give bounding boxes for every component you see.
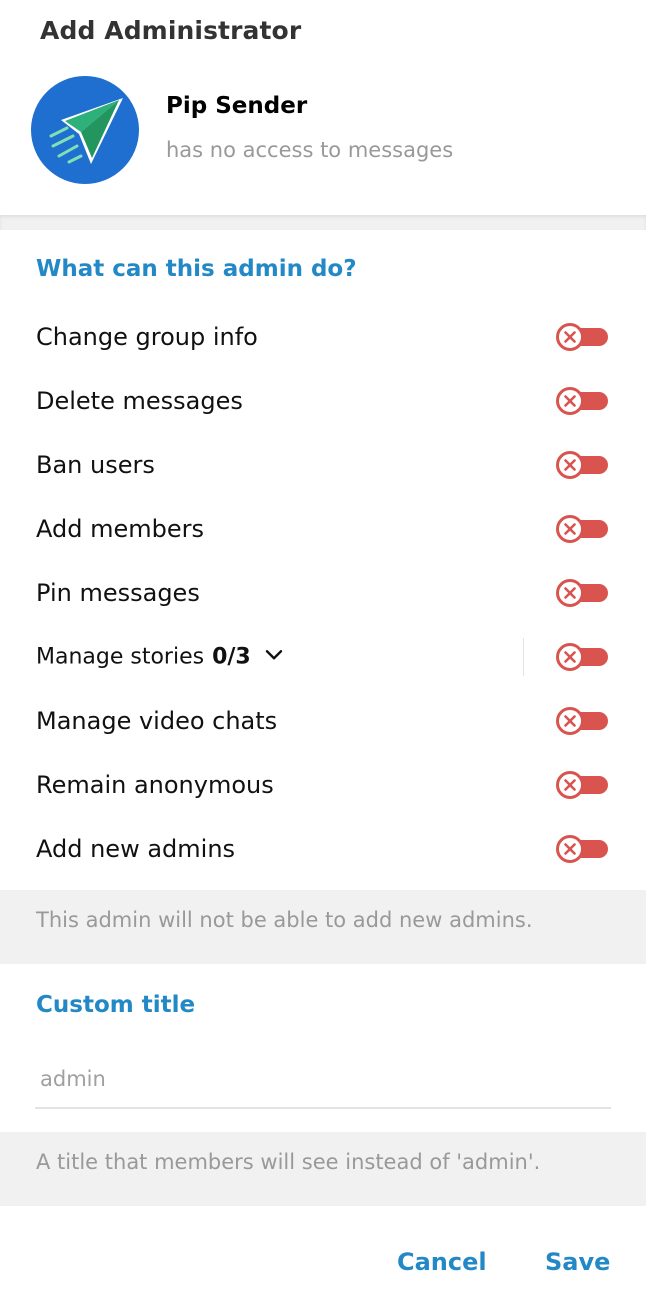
permissions-note: This admin will not be able to add new a… xyxy=(36,908,533,932)
permission-row[interactable]: Remain anonymous xyxy=(0,753,646,817)
stories-count: 0/3 xyxy=(212,644,251,670)
permission-toggle[interactable] xyxy=(556,323,608,351)
toggle-knob xyxy=(556,451,584,479)
close-icon xyxy=(564,843,576,855)
custom-title-note: A title that members will see instead of… xyxy=(36,1150,541,1174)
custom-title-field xyxy=(35,1055,616,1109)
permission-label-text: Add members xyxy=(36,515,204,543)
permission-row[interactable]: Change group info xyxy=(0,305,646,369)
close-icon xyxy=(564,651,576,663)
permission-row[interactable]: Manage video chats xyxy=(0,689,646,753)
section-separator xyxy=(0,215,646,230)
close-icon xyxy=(564,395,576,407)
toggle-knob xyxy=(556,707,584,735)
row-divider xyxy=(523,638,524,676)
permission-label-text: Remain anonymous xyxy=(36,771,274,799)
permission-label-text: Ban users xyxy=(36,451,155,479)
dialog-title: Add Administrator xyxy=(40,16,302,45)
permission-toggle[interactable] xyxy=(556,515,608,543)
permission-label: Change group info xyxy=(36,323,258,351)
permission-label-text: Change group info xyxy=(36,323,258,351)
permission-toggle[interactable] xyxy=(556,643,608,671)
permission-toggle[interactable] xyxy=(556,451,608,479)
permission-label-text: Pin messages xyxy=(36,579,200,607)
permission-toggle[interactable] xyxy=(556,707,608,735)
permission-row[interactable]: Add members xyxy=(0,497,646,561)
permission-row[interactable]: Delete messages xyxy=(0,369,646,433)
permission-label: Remain anonymous xyxy=(36,771,274,799)
permission-row[interactable]: Pin messages xyxy=(0,561,646,625)
chevron-down-icon[interactable] xyxy=(265,642,283,667)
permission-label-text: Manage video chats xyxy=(36,707,278,735)
toggle-knob xyxy=(556,643,584,671)
permission-label-text: Add new admins xyxy=(36,835,236,863)
permission-label-text: Delete messages xyxy=(36,387,243,415)
toggle-knob xyxy=(556,387,584,415)
toggle-knob xyxy=(556,835,584,863)
paper-plane-icon xyxy=(49,98,123,164)
permission-label: Ban users xyxy=(36,451,155,479)
permission-toggle[interactable] xyxy=(556,835,608,863)
bot-avatar xyxy=(31,76,139,184)
permission-row[interactable]: Ban users xyxy=(0,433,646,497)
close-icon xyxy=(564,779,576,791)
toggle-knob xyxy=(556,515,584,543)
permission-row[interactable]: Add new admins xyxy=(0,817,646,881)
cancel-button[interactable]: Cancel xyxy=(397,1248,487,1276)
permission-label: Manage video chats xyxy=(36,707,277,735)
save-button[interactable]: Save xyxy=(545,1248,610,1276)
bot-name: Pip Sender xyxy=(166,93,308,119)
custom-title-section-title: Custom title xyxy=(36,992,196,1018)
toggle-knob xyxy=(556,771,584,799)
permission-label: Pin messages xyxy=(36,579,200,607)
custom-title-input[interactable] xyxy=(35,1055,616,1103)
permission-label: Add new admins xyxy=(36,835,235,863)
bot-status: has no access to messages xyxy=(166,138,454,162)
close-icon xyxy=(564,331,576,343)
close-icon xyxy=(564,459,576,471)
toggle-knob xyxy=(556,579,584,607)
permissions-section-title: What can this admin do? xyxy=(36,256,357,282)
permission-row[interactable]: Manage stories 0/3 xyxy=(0,625,646,689)
permission-label-text: Manage stories xyxy=(36,644,205,670)
permission-label: Add members xyxy=(36,515,204,543)
permission-label: Delete messages xyxy=(36,387,243,415)
permission-label[interactable]: Manage stories 0/3 xyxy=(36,644,283,670)
permission-toggle[interactable] xyxy=(556,387,608,415)
permission-toggle[interactable] xyxy=(556,579,608,607)
close-icon xyxy=(564,523,576,535)
toggle-knob xyxy=(556,323,584,351)
close-icon xyxy=(564,587,576,599)
close-icon xyxy=(564,715,576,727)
permission-toggle[interactable] xyxy=(556,771,608,799)
